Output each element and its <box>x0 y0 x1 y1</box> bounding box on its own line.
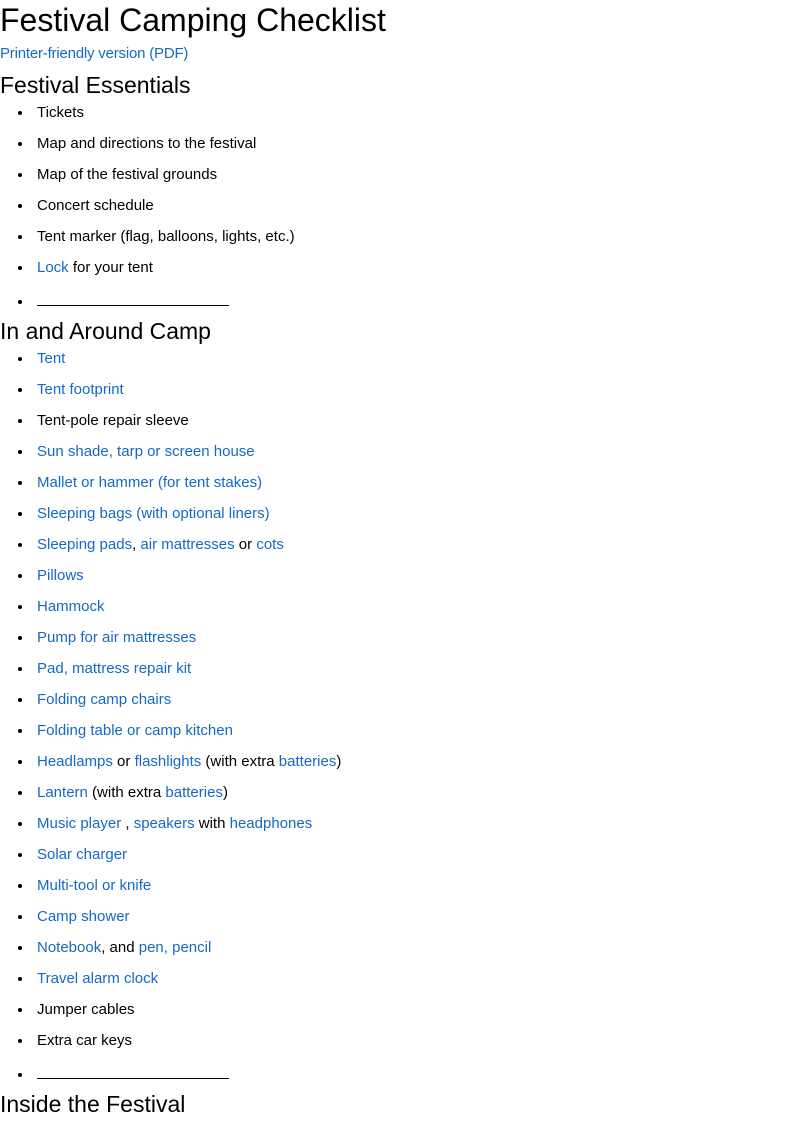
section-heading: Festival Essentials <box>0 72 191 98</box>
checklist-item-text: (with extra <box>201 753 279 770</box>
checklist-item-link[interactable]: Sun shade, tarp or screen house <box>37 443 255 460</box>
page-title: Festival Camping Checklist <box>0 2 386 38</box>
checklist-item: Tent marker (flag, balloons, lights, etc… <box>33 229 793 245</box>
checklist-item: Tickets <box>33 105 793 121</box>
checklist-item-link[interactable]: Lock <box>37 259 69 276</box>
checklist-item-text: (with extra <box>87 784 166 801</box>
checklist-item-text: or <box>112 753 135 770</box>
checklist-item-text: Map of the festival grounds <box>37 166 218 183</box>
checklist-item-text: Jumper cables <box>37 1001 135 1018</box>
checklist-item-link[interactable]: Folding table or camp kitchen <box>37 722 233 739</box>
checklist-item: Tent footprint <box>33 382 793 398</box>
checklist-item: Notebook, and pen, pencil <box>33 940 793 956</box>
checklist-item: Headlamps or flashlights (with extra bat… <box>33 754 793 770</box>
checklist-item: Folding table or camp kitchen <box>33 723 793 739</box>
checklist-item-text: Extra car keys <box>37 1032 133 1049</box>
checklist-item-link[interactable]: speakers <box>134 815 195 832</box>
checklist-item-text: Tent-pole repair sleeve <box>37 412 189 429</box>
checklist-item: Pillows <box>33 568 793 584</box>
checklist-item-link[interactable]: cots <box>256 536 284 553</box>
document-page: Festival Camping Checklist Printer-frien… <box>0 0 793 1122</box>
checklist-item-link[interactable]: batteries <box>165 784 223 801</box>
checklist-item: Map of the festival grounds <box>33 167 793 183</box>
checklist-item: Sleeping pads, air mattresses or cots <box>33 537 793 553</box>
checklist-item-link[interactable]: Sleeping pads <box>37 536 132 553</box>
section-heading: In and Around Camp <box>0 318 211 344</box>
checklist-item-link[interactable]: Mallet or hammer (for tent stakes) <box>37 474 262 491</box>
checklist-item: Solar charger <box>33 847 793 863</box>
checklist-item-link[interactable]: Pillows <box>37 567 84 584</box>
checklist-item-text: Map and directions to the festival <box>37 135 257 152</box>
pdf-link-row: Printer-friendly version (PDF) <box>0 44 793 64</box>
checklist-item-link[interactable]: Pump for air mattresses <box>37 629 196 646</box>
checklist-list: Tent Tent footprint Tent-pole repair sleev… <box>0 351 793 1083</box>
checklist-item: Tent-pole repair sleeve <box>33 413 793 429</box>
checklist-item: Lock for your tent <box>33 260 793 276</box>
checklist-item: Extra car keys <box>33 1033 793 1049</box>
checklist-sections: Festival Essentials Tickets Map and direct… <box>0 71 793 1083</box>
blank-rule <box>37 1071 229 1080</box>
checklist-item: Multi-tool or knife <box>33 878 793 894</box>
checklist-item: Tent <box>33 351 793 367</box>
checklist-item-link[interactable]: Camp shower <box>37 908 130 925</box>
checklist-item-link[interactable]: Travel alarm clock <box>37 970 158 987</box>
checklist-item-link[interactable]: Tent footprint <box>37 381 124 398</box>
checklist-item: Pump for air mattresses <box>33 630 793 646</box>
checklist-item: Folding camp chairs <box>33 692 793 708</box>
checklist-item-text: for your tent <box>68 259 153 276</box>
checklist-item-link[interactable]: batteries <box>279 753 337 770</box>
checklist-item: Travel alarm clock <box>33 971 793 987</box>
checklist-item-text: , <box>121 815 134 832</box>
checklist-item-link[interactable]: Hammock <box>37 598 105 615</box>
checklist-item: Lantern (with extra batteries) <box>33 785 793 801</box>
checklist-item: Sleeping bags (with optional liners) <box>33 506 793 522</box>
checklist-item-text: ) <box>336 753 342 770</box>
checklist-item: Jumper cables <box>33 1002 793 1018</box>
checklist-item-link[interactable]: Solar charger <box>37 846 127 863</box>
checklist-item: Sun shade, tarp or screen house <box>33 444 793 460</box>
checklist-item: Hammock <box>33 599 793 615</box>
checklist-item-text: with <box>194 815 230 832</box>
printer-friendly-pdf-link[interactable]: Printer-friendly version (PDF) <box>0 45 188 62</box>
checklist-item-link[interactable]: Multi-tool or knife <box>37 877 151 894</box>
checklist-item-link[interactable]: headphones <box>230 815 313 832</box>
checklist-item-text: ) <box>222 784 228 801</box>
checklist-item-link[interactable]: flashlights <box>135 753 202 770</box>
checklist-item-link[interactable]: Music player <box>37 815 121 832</box>
checklist-item-link[interactable]: Folding camp chairs <box>37 691 171 708</box>
checklist-item-link[interactable]: Sleeping bags (with optional liners) <box>37 505 270 522</box>
checklist-item: Music player , speakers with headphones <box>33 816 793 832</box>
checklist-item-text: Concert schedule <box>37 197 154 214</box>
blank-rule <box>37 298 229 307</box>
checklist-item-link[interactable]: air mattresses <box>140 536 234 553</box>
checklist-item-text: Tent marker (flag, balloons, lights, etc… <box>37 228 295 245</box>
checklist-item-link[interactable]: Tent <box>37 350 65 367</box>
checklist-item: Concert schedule <box>33 198 793 214</box>
checklist-item-link[interactable]: Lantern <box>37 784 88 801</box>
checklist-item: Mallet or hammer (for tent stakes) <box>33 475 793 491</box>
checklist-item-link[interactable]: pen, pencil <box>139 939 212 956</box>
write-in-blank-line <box>33 1067 793 1083</box>
cut-off-section-heading: Inside the Festival <box>0 1091 186 1117</box>
checklist-item-text: , and <box>101 939 139 956</box>
checklist-item-link[interactable]: Pad, mattress repair kit <box>37 660 191 677</box>
checklist-item: Camp shower <box>33 909 793 925</box>
checklist-item-text: Tickets <box>37 104 84 121</box>
checklist-item-text: or <box>234 536 257 553</box>
checklist-item: Map and directions to the festival <box>33 136 793 152</box>
write-in-blank-line <box>33 294 793 310</box>
checklist-item-link[interactable]: Headlamps <box>37 753 113 770</box>
checklist-item-link[interactable]: Notebook <box>37 939 101 956</box>
checklist-list: Tickets Map and directions to the festiva… <box>0 105 793 310</box>
checklist-item: Pad, mattress repair kit <box>33 661 793 677</box>
